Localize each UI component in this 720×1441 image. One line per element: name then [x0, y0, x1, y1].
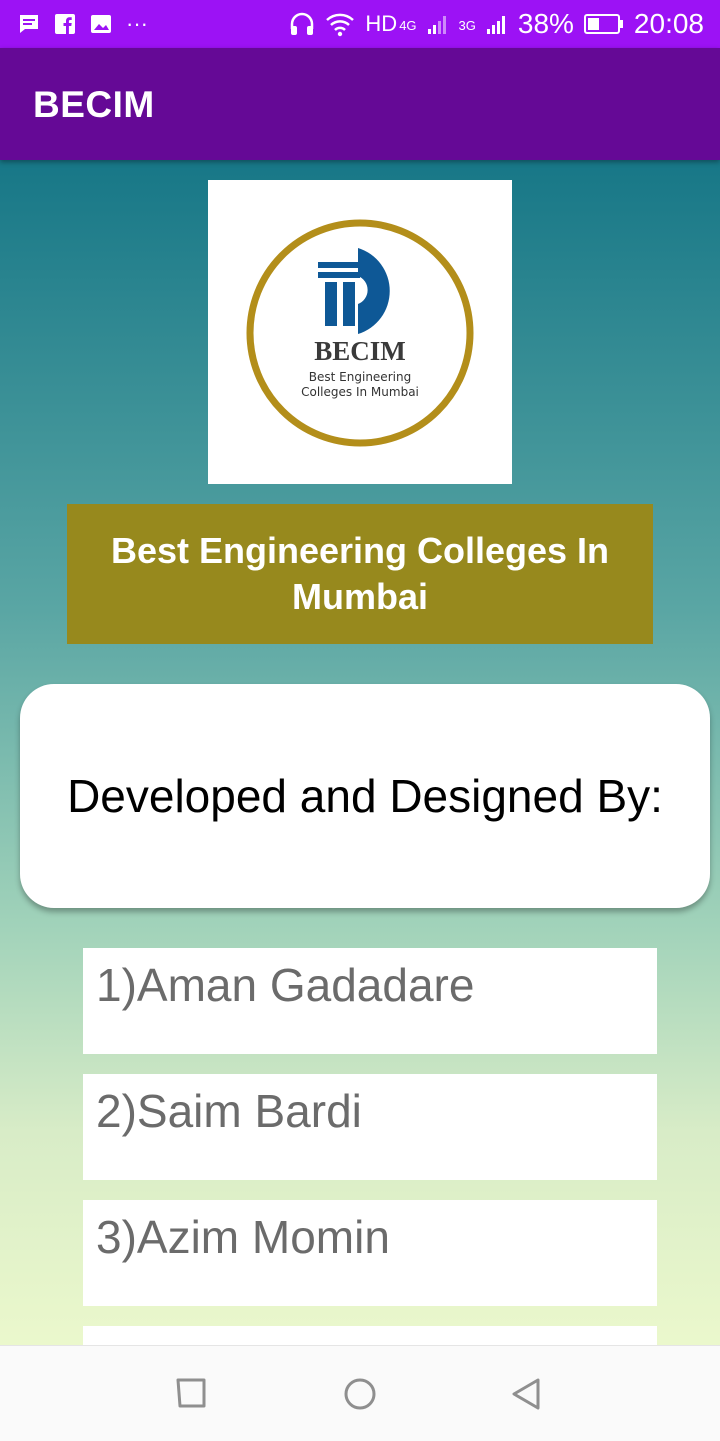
developer-item: 4)Samiksha Mhatre	[83, 1326, 657, 1345]
pillar-icon	[318, 248, 390, 334]
becim-logo: BECIM Best Engineering Colleges In Mumba…	[208, 180, 512, 484]
main-content[interactable]: BECIM Best Engineering Colleges In Mumba…	[0, 160, 720, 1345]
battery-icon	[583, 14, 623, 34]
logo-tagline-line1: Best Engineering	[309, 370, 411, 384]
status-bar: ··· HD 4G 3G 38% 20:08	[0, 0, 720, 48]
title-banner: Best Engineering Colleges In Mumbai	[67, 504, 653, 644]
wifi-icon	[326, 13, 355, 37]
app-bar: BECIM	[0, 48, 720, 160]
app-title: BECIM	[33, 84, 155, 125]
message-notification-icon	[20, 15, 38, 33]
signal-strength-sim2-icon	[486, 16, 505, 34]
sim2-type-label: 3G	[458, 18, 476, 33]
logo-tagline-line2: Colleges In Mumbai	[301, 385, 419, 399]
developer-item: 3)Azim Momin	[83, 1200, 657, 1306]
facebook-notification-icon	[55, 14, 75, 34]
logo-wordmark: BECIM	[314, 336, 406, 366]
system-icons: HD 4G 3G 38% 20:08	[279, 8, 704, 40]
logo-graphic: BECIM Best Engineering Colleges In Mumba…	[246, 219, 474, 447]
image-notification-icon	[91, 15, 111, 33]
signal-strength-sim1-icon	[427, 16, 446, 34]
more-notifications-icon: ···	[126, 11, 148, 36]
home-icon[interactable]	[342, 1376, 378, 1412]
back-icon[interactable]	[508, 1376, 544, 1412]
developer-item: 2)Saim Bardi	[83, 1074, 657, 1180]
navigation-bar	[0, 1345, 720, 1441]
headphones-icon	[291, 12, 314, 35]
developer-item: 1)Aman Gadadare	[83, 948, 657, 1054]
sim1-type-label: 4G	[399, 18, 417, 33]
notification-icons: ···	[18, 11, 162, 37]
battery-percent-label: 38%	[517, 8, 574, 39]
clock: 20:08	[633, 8, 704, 39]
developers-card: Developed and Designed By:	[20, 684, 710, 908]
recent-apps-icon[interactable]	[174, 1376, 210, 1412]
network-type-label: HD	[365, 11, 398, 36]
